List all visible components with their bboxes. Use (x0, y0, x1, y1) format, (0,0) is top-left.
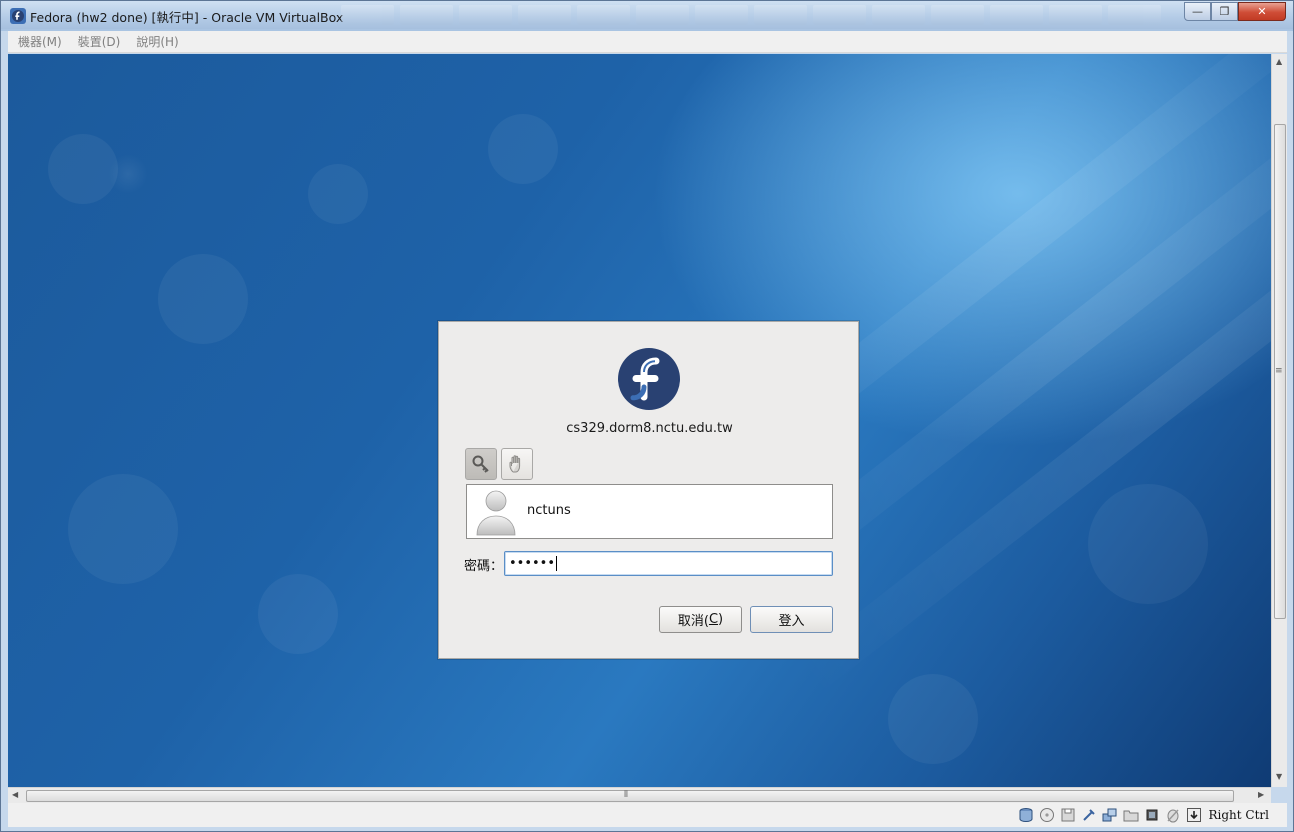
horizontal-scroll-thumb[interactable] (26, 790, 1234, 802)
close-button[interactable]: ✕ (1238, 2, 1286, 21)
title-bar[interactable]: Fedora (hw2 done) [執行中] - Oracle VM Virt… (1, 1, 1293, 29)
wallpaper-bubble (258, 574, 338, 654)
user-list: nctuns (466, 484, 833, 539)
username-label: nctuns (527, 503, 571, 518)
cpu-vtx-icon[interactable] (1144, 807, 1161, 824)
network-icon[interactable] (1102, 807, 1119, 824)
maximize-button[interactable]: ❐ (1211, 2, 1238, 21)
menu-bar: 機器(M) 裝置(D) 說明(H) (8, 31, 1287, 53)
cancel-suffix: ) (718, 612, 724, 627)
text-caret (556, 556, 558, 571)
user-list-item[interactable]: nctuns (467, 485, 832, 538)
password-label: 密碼： (464, 559, 504, 574)
usb-icon[interactable] (1081, 807, 1098, 824)
wallpaper-streak (791, 111, 1271, 697)
cancel-label: 取消( (677, 614, 709, 629)
host-key-icon[interactable] (1186, 807, 1203, 824)
scroll-up-arrow-icon[interactable]: ▲ (1276, 57, 1282, 66)
scroll-down-arrow-icon[interactable]: ▼ (1276, 772, 1282, 781)
vm-display[interactable]: cs329.dorm8.nctu.edu.tw nctuns 密碼： •••••… (8, 54, 1271, 787)
scroll-grip-icon: ≡ (1275, 366, 1283, 376)
host-key-label: Right Ctrl (1208, 808, 1270, 822)
wallpaper-bubble (888, 674, 978, 764)
window-title: Fedora (hw2 done) [執行中] - Oracle VM Virt… (30, 10, 344, 25)
scroll-right-arrow-icon[interactable]: ▶ (1258, 790, 1264, 799)
smartcard-auth-button[interactable] (501, 448, 533, 480)
background-taskbar (341, 5, 1161, 25)
gdm-login-dialog: cs329.dorm8.nctu.edu.tw nctuns 密碼： •••••… (438, 321, 859, 659)
vertical-scrollbar[interactable]: ▲ ≡ ▼ (1271, 54, 1287, 787)
hostname-label: cs329.dorm8.nctu.edu.tw (566, 421, 733, 436)
horizontal-scrollbar[interactable]: ◀ ⦀ ▶ (8, 787, 1271, 803)
cancel-button[interactable]: 取消(C) (659, 606, 742, 633)
floppy-icon[interactable] (1060, 807, 1077, 824)
scroll-grip-icon: ⦀ (624, 790, 628, 800)
user-avatar-icon (476, 490, 516, 536)
wallpaper-bubble (48, 134, 118, 204)
wallpaper-bubble (1088, 484, 1208, 604)
cancel-mnemonic: C (708, 612, 719, 627)
wallpaper-bubble (68, 474, 178, 584)
mouse-integration-icon[interactable] (1165, 807, 1182, 824)
minimize-button[interactable]: — (1184, 2, 1211, 21)
scroll-left-arrow-icon[interactable]: ◀ (12, 790, 18, 799)
fedora-logo-icon (618, 348, 680, 410)
key-icon (472, 455, 489, 473)
optical-drive-icon[interactable] (1039, 807, 1056, 824)
wallpaper-bubble (158, 254, 248, 344)
wallpaper-bubble (488, 114, 558, 184)
status-bar: Right Ctrl (8, 803, 1287, 827)
menu-help[interactable]: 說明(H) (136, 33, 178, 50)
virtualbox-window: Fedora (hw2 done) [執行中] - Oracle VM Virt… (0, 0, 1294, 832)
hard-disk-icon[interactable] (1018, 807, 1035, 824)
shared-folder-icon[interactable] (1123, 807, 1140, 824)
hand-icon (509, 455, 521, 473)
password-input[interactable]: •••••• (504, 551, 833, 576)
password-value: •••••• (509, 556, 556, 571)
menu-devices[interactable]: 裝置(D) (78, 33, 121, 50)
login-button[interactable]: 登入 (750, 606, 833, 633)
fedora-app-icon (10, 8, 26, 24)
password-auth-button[interactable] (465, 448, 497, 480)
menu-machine[interactable]: 機器(M) (18, 33, 62, 50)
wallpaper-bubble (308, 164, 368, 224)
